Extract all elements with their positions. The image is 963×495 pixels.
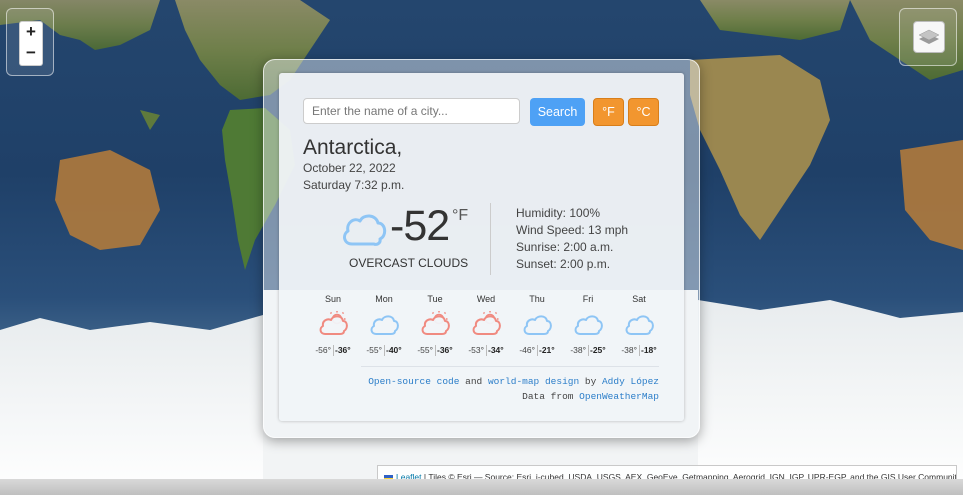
cloud-icon	[343, 214, 387, 246]
forecast-day-name: Sun	[324, 294, 341, 304]
forecast-high: -34°	[488, 345, 504, 355]
credits-line-2: Data from OpenWeatherMap	[522, 391, 659, 402]
temp-separator	[486, 345, 487, 356]
current-temperature: -52	[390, 202, 450, 250]
forecast-day-name: Tue	[427, 294, 443, 304]
forecast-high: -36°	[437, 345, 453, 355]
forecast-day-name: Sat	[632, 294, 646, 304]
zoom-control: + −	[6, 8, 54, 76]
celsius-button[interactable]: °C	[628, 98, 659, 126]
cloud-icon	[625, 315, 654, 335]
forecast-low: -38°	[570, 345, 586, 355]
cloud-icon	[370, 315, 399, 335]
layers-button[interactable]	[913, 21, 945, 53]
forecast-high: -36°	[335, 345, 351, 355]
forecast-row: Sun -56° -36° Mon -55° -40° Tue -55° -36° Wed -53°…	[308, 294, 658, 360]
city-name: Antarctica,	[303, 136, 403, 159]
temp-separator	[333, 345, 334, 356]
cloud-icon	[523, 315, 552, 335]
forecast-day: Sun -56° -36°	[308, 294, 358, 356]
forecast-low: -46°	[519, 345, 535, 355]
credits-and: and	[465, 376, 483, 387]
forecast-low: -38°	[621, 345, 637, 355]
forecast-day-name: Thu	[529, 294, 545, 304]
temp-separator	[639, 345, 640, 356]
search-button[interactable]: Search	[530, 98, 585, 126]
sun-cloud-icon	[319, 311, 348, 335]
temp-separator	[537, 345, 538, 356]
forecast-day: Sat -38° -18°	[614, 294, 664, 356]
forecast-day: Fri -38° -25°	[563, 294, 613, 356]
weather-description: OVERCAST CLOUDS	[349, 256, 469, 270]
author-link[interactable]: Addy López	[602, 376, 659, 387]
current-day-time: Saturday 7:32 p.m.	[303, 178, 405, 192]
fahrenheit-button[interactable]: °F	[593, 98, 624, 126]
forecast-high: -21°	[539, 345, 555, 355]
forecast-high: -40°	[386, 345, 402, 355]
forecast-day: Mon -55° -40°	[359, 294, 409, 356]
layers-control	[899, 8, 957, 66]
forecast-low: -53°	[468, 345, 484, 355]
layers-icon	[918, 29, 940, 44]
zoom-in-button[interactable]: +	[19, 21, 43, 45]
credits-data-from: Data from	[522, 391, 574, 402]
open-source-link[interactable]: Open-source code	[368, 376, 459, 387]
humidity-text: Humidity: 100%	[516, 206, 601, 220]
credits-line-1: Open-source code and world-map design by…	[368, 376, 659, 387]
sun-cloud-icon	[472, 311, 501, 335]
forecast-low: -55°	[366, 345, 382, 355]
forecast-day: Wed -53° -34°	[461, 294, 511, 356]
temp-separator	[435, 345, 436, 356]
forecast-high: -18°	[641, 345, 657, 355]
sunset-text: Sunset: 2:00 p.m.	[516, 257, 611, 271]
weather-card: Search °F °C Antarctica, October 22, 202…	[279, 73, 684, 421]
window-bottom-bar	[0, 479, 963, 495]
sun-cloud-icon	[421, 311, 450, 335]
forecast-day: Tue -55° -36°	[410, 294, 460, 356]
forecast-low: -56°	[315, 345, 331, 355]
sunrise-text: Sunrise: 2:00 a.m.	[516, 240, 614, 254]
temp-separator	[588, 345, 589, 356]
temperature-unit: °F	[452, 207, 469, 224]
credits-divider	[361, 366, 659, 367]
cloud-icon	[574, 315, 603, 335]
wind-speed-text: Wind Speed: 13 mph	[516, 223, 629, 237]
temp-separator	[384, 345, 385, 356]
zoom-out-button[interactable]: −	[19, 43, 43, 66]
current-date: October 22, 2022	[303, 161, 396, 175]
forecast-day-name: Wed	[476, 294, 496, 304]
credits-by: by	[584, 376, 597, 387]
city-search-input[interactable]	[303, 98, 520, 124]
forecast-day: Thu -46° -21°	[512, 294, 562, 356]
forecast-high: -25°	[590, 345, 606, 355]
openweathermap-link[interactable]: OpenWeatherMap	[579, 391, 659, 402]
details-divider	[490, 203, 491, 275]
forecast-low: -55°	[417, 345, 433, 355]
forecast-day-name: Mon	[375, 294, 393, 304]
forecast-day-name: Fri	[582, 294, 594, 304]
world-map-design-link[interactable]: world-map design	[488, 376, 579, 387]
